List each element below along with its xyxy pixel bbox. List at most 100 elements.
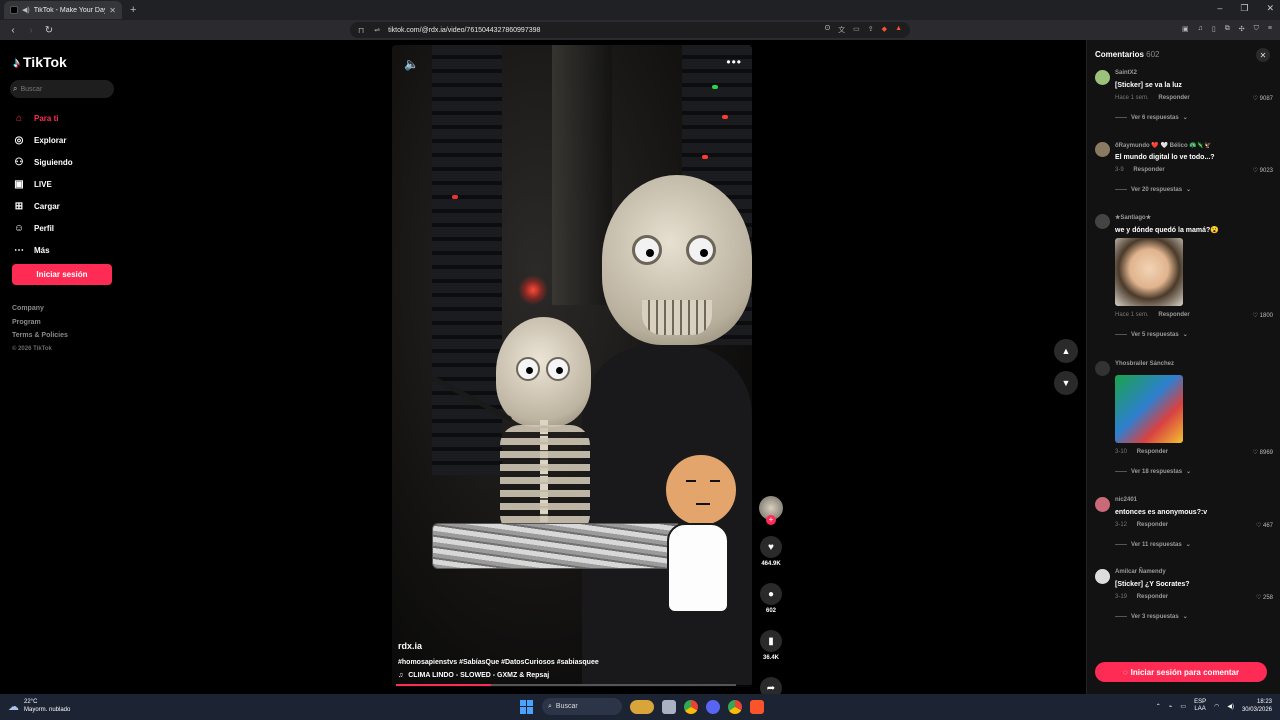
comment-icon[interactable]: ● (760, 583, 782, 605)
comment-like-button[interactable]: ♡ 258 (1256, 594, 1273, 601)
back-icon[interactable]: ‹ (8, 25, 18, 36)
extensions-icon[interactable]: ✣ (1239, 25, 1245, 33)
comment-user[interactable]: Amilcar Ñamendy (1115, 569, 1273, 579)
wifi-icon[interactable]: ◠ (1214, 703, 1219, 710)
search-input[interactable]: ⌕ Buscar (10, 80, 114, 98)
volume-icon[interactable]: 🔈 (404, 57, 419, 71)
url-text[interactable]: tiktok.com/@rdx.ia/video/761504432786099… (388, 27, 540, 34)
forward-icon[interactable]: › (26, 25, 36, 36)
reply-button[interactable]: Responder (1137, 449, 1168, 455)
brave-shields-icon[interactable]: ◆ (882, 25, 887, 35)
address-bar[interactable]: ⊓ ⇌ tiktok.com/@rdx.ia/video/76150443278… (350, 22, 910, 38)
cast-icon[interactable]: ▭ (853, 25, 860, 35)
view-replies-button[interactable]: Ver 5 respuestas ⌄ (1115, 331, 1273, 338)
sidebar-item-explorar[interactable]: ◎ Explorar (12, 129, 73, 151)
avatar[interactable] (1095, 214, 1110, 229)
next-video-button[interactable]: ▼ (1054, 371, 1078, 395)
bookmark-icon[interactable]: ▮ (760, 630, 782, 652)
video-hashtags[interactable]: #homosapienstvs #SabíasQue #DatosCurioso… (398, 659, 698, 666)
share-icon[interactable]: ⇪ (868, 25, 874, 35)
save-action[interactable]: ▮ 36.4K (758, 630, 784, 661)
avatar[interactable] (1095, 361, 1110, 376)
comment-like-button[interactable]: ♡ 8969 (1253, 449, 1273, 456)
comment-like-button[interactable]: ♡ 1800 (1253, 312, 1273, 319)
comment-like-button[interactable]: ♡ 9023 (1253, 167, 1273, 174)
weather-widget[interactable]: ☁ 22°C Mayorm. nublado (8, 698, 70, 714)
sidebar-item-cargar[interactable]: ⊞ Cargar (12, 195, 73, 217)
sidebar-toggle-icon[interactable]: ▯ (1212, 25, 1216, 33)
heart-icon[interactable]: ♥ (760, 536, 782, 558)
comment-like-button[interactable]: ♡ 467 (1256, 522, 1273, 529)
view-replies-button[interactable]: Ver 6 respuestas ⌄ (1115, 114, 1273, 121)
wallet-icon[interactable]: ▣ (1182, 25, 1189, 33)
footer-link-terms[interactable]: Terms & Policies (12, 332, 68, 346)
footer-link-company[interactable]: Company (12, 305, 68, 319)
creator-avatar[interactable]: + (759, 496, 783, 525)
comment-sticker-image[interactable] (1115, 375, 1183, 443)
avatar[interactable] (1095, 569, 1110, 584)
reload-icon[interactable]: ↻ (44, 25, 54, 36)
comment-user[interactable]: nic2401 (1115, 497, 1273, 507)
view-replies-button[interactable]: Ver 3 respuestas ⌄ (1115, 613, 1273, 620)
clock[interactable]: 18:23 30/03/2026 (1242, 698, 1272, 714)
volume-icon[interactable]: ◀) (1227, 703, 1234, 710)
comment-user[interactable]: SaintX2 (1115, 70, 1273, 80)
follow-plus-icon[interactable]: + (766, 515, 776, 525)
view-replies-button[interactable]: Ver 11 respuestas ⌄ (1115, 541, 1273, 548)
login-to-comment-button[interactable]: ◌ Iniciar sesión para comentar (1095, 662, 1267, 682)
close-window-button[interactable]: ✕ (1266, 3, 1274, 14)
reply-button[interactable]: Responder (1137, 522, 1168, 528)
maximize-button[interactable]: ❐ (1240, 3, 1248, 14)
site-info-icon[interactable]: ⇌ (374, 26, 380, 34)
bookmark-icon[interactable]: ⊓ (358, 26, 364, 35)
comment-user[interactable]: őRaymundo ❤️ 🤍 Bélico 🦚🦎🦅 (1115, 142, 1273, 152)
avatar[interactable] (1095, 70, 1110, 85)
sidebar-item-perfil[interactable]: ☺ Perfil (12, 217, 73, 239)
windows-start-icon[interactable] (520, 699, 534, 714)
comment-sticker-image[interactable] (1115, 238, 1183, 306)
video-author[interactable]: rdx.ia (398, 641, 698, 651)
comment-action[interactable]: ● 602 (758, 583, 784, 614)
like-action[interactable]: ♥ 464.9K (758, 536, 784, 567)
brave-icon[interactable] (750, 699, 764, 714)
language-indicator[interactable]: ESP LAA (1194, 699, 1206, 713)
reply-button[interactable]: Responder (1158, 95, 1189, 101)
reply-button[interactable]: Responder (1158, 312, 1189, 318)
browser-tab[interactable]: ◀) TikTok - Make Your Day ✕ (4, 1, 122, 19)
chrome-profile-icon[interactable] (728, 699, 742, 714)
translate-icon[interactable]: 文 (838, 25, 845, 35)
battery-icon[interactable]: ▭ (1180, 703, 1186, 710)
usb-icon[interactable]: ⌁ (1169, 703, 1173, 710)
chrome-icon[interactable] (684, 699, 698, 714)
comment-user[interactable]: ★Santiago★ (1115, 214, 1273, 224)
video-progress-bar[interactable] (396, 684, 736, 686)
tiktok-logo[interactable]: ♪ TikTok (13, 54, 67, 70)
close-comments-icon[interactable]: ✕ (1256, 48, 1270, 62)
close-tab-icon[interactable]: ✕ (109, 6, 116, 15)
tabs-icon[interactable]: ⧉ (1225, 25, 1230, 33)
mute-site-icon[interactable]: ʘ (825, 25, 830, 35)
view-replies-button[interactable]: Ver 18 respuestas ⌄ (1115, 468, 1273, 475)
avatar[interactable] (1095, 142, 1110, 157)
footer-link-program[interactable]: Program (12, 319, 68, 333)
new-tab-button[interactable]: + (130, 4, 136, 16)
brave-rewards-icon[interactable]: ▲ (895, 25, 902, 35)
sidebar-item-live[interactable]: ▣ LIVE (12, 173, 73, 195)
tray-chevron-icon[interactable]: ⌃ (1156, 703, 1161, 710)
view-replies-button[interactable]: Ver 20 respuestas ⌄ (1115, 186, 1273, 193)
vpn-icon[interactable]: ⛉ (1254, 25, 1259, 33)
sidebar-item-para-ti[interactable]: ⌂ Para ti (12, 107, 73, 129)
discord-icon[interactable] (706, 699, 720, 714)
comment-user[interactable]: Yhosbrailer Sánchez (1115, 361, 1273, 371)
sidebar-item-mas[interactable]: ⋯ Más (12, 239, 73, 261)
comment-like-button[interactable]: ♡ 9087 (1253, 95, 1273, 102)
login-button[interactable]: Iniciar sesión (12, 264, 112, 285)
video-player[interactable]: 🔈 ••• rdx.ia #homosapienstvs #SabíasQue … (392, 45, 752, 687)
avatar[interactable] (1095, 497, 1110, 512)
reply-button[interactable]: Responder (1133, 167, 1164, 173)
previous-video-button[interactable]: ▲ (1054, 339, 1078, 363)
reply-button[interactable]: Responder (1137, 594, 1168, 600)
task-view-icon[interactable] (662, 699, 676, 714)
widget-icon[interactable] (630, 699, 654, 714)
more-options-icon[interactable]: ••• (726, 55, 742, 69)
